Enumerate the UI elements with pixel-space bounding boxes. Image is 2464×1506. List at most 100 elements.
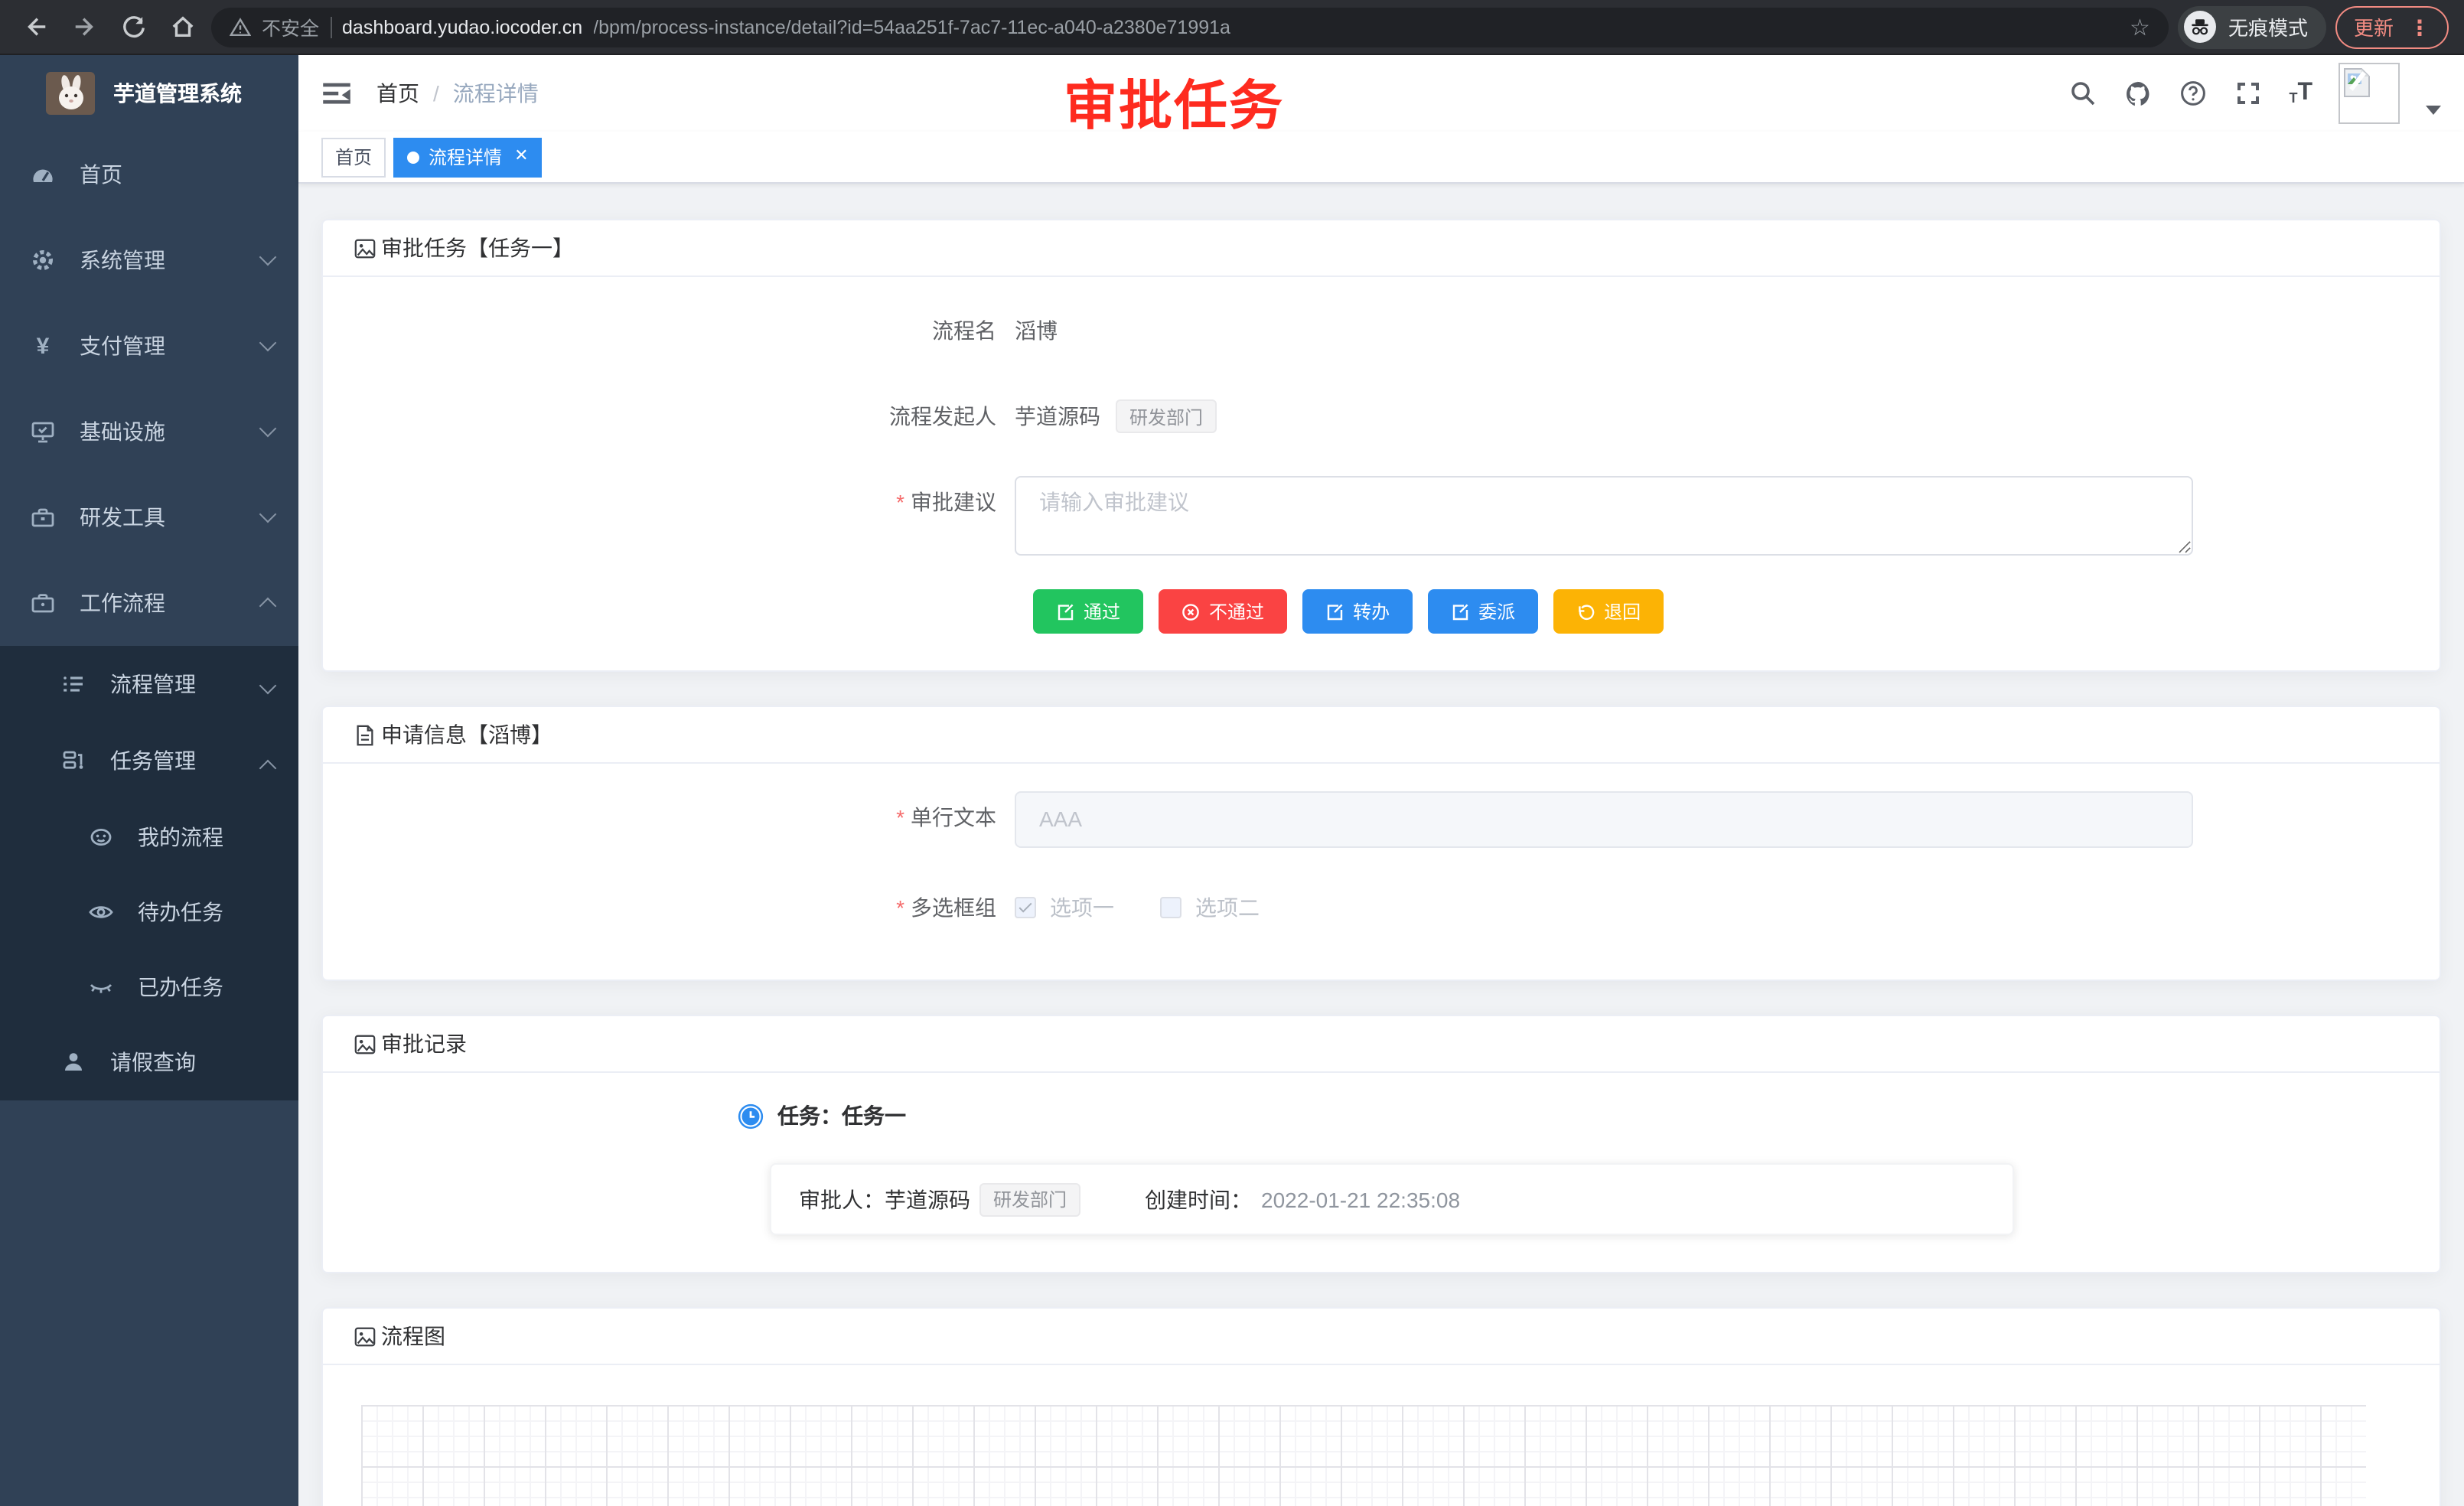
create-time-label: 创建时间： [1145, 1184, 1252, 1214]
sidebar-item-my-process[interactable]: 我的流程 [0, 799, 298, 874]
approve-button[interactable]: 通过 [1033, 589, 1143, 634]
active-tab-dot [407, 151, 419, 163]
avatar-caret-icon[interactable] [2426, 106, 2441, 115]
approval-timeline: 任务：任务一 审批人： 芋道源码 研发部门 创建时间： 2022-01-21 2… [354, 1100, 2409, 1235]
document-icon [354, 723, 376, 746]
task-record: 审批人： 芋道源码 研发部门 创建时间： 2022-01-21 22:35:08 [770, 1163, 2014, 1235]
card-header: 审批记录 [323, 1016, 2440, 1073]
sidebar-item-label: 我的流程 [138, 821, 223, 852]
sidebar-item-infrastructure[interactable]: 基础设施 [0, 389, 298, 474]
github-icon[interactable] [2123, 79, 2153, 108]
breadcrumb-home[interactable]: 首页 [376, 78, 419, 109]
card-title: 审批任务【任务一】 [381, 233, 574, 263]
breadcrumb-current: 流程详情 [453, 78, 539, 109]
approver-label: 审批人： [799, 1184, 885, 1214]
sidebar-item-task-mgmt[interactable]: 任务管理 [0, 722, 298, 799]
browser-menu-icon[interactable]: ⋮ [2409, 16, 2430, 37]
checkbox-group-row: *多选框组 选项一 选项二 [354, 882, 2409, 934]
home-icon[interactable] [162, 7, 202, 47]
return-button[interactable]: 退回 [1553, 589, 1664, 634]
delegate-button[interactable]: 委派 [1428, 589, 1538, 634]
sidebar-item-leave-query[interactable]: 请假查询 [0, 1024, 298, 1100]
initiator-value: 芋道源码 [1015, 401, 1100, 432]
sidebar-item-label: 研发工具 [80, 502, 165, 533]
approval-task-card: 审批任务【任务一】 流程名 滔博 流程发起人 芋道源码 研发部门 [321, 219, 2441, 672]
dashboard-icon [31, 162, 55, 187]
sidebar-item-process-mgmt[interactable]: 流程管理 [0, 646, 298, 722]
sidebar-toggle-icon[interactable] [321, 78, 352, 109]
tab-process-detail[interactable]: 流程详情 ✕ [393, 137, 542, 177]
checkbox-icon [1160, 897, 1181, 918]
checkbox-label: 选项一 [1050, 892, 1114, 923]
yen-icon: ¥ [31, 334, 55, 358]
flow-diagram-card: 流程图 [321, 1307, 2441, 1506]
sidebar-item-system[interactable]: 系统管理 [0, 217, 298, 303]
font-size-icon[interactable]: TT [2289, 81, 2312, 106]
chevron-down-icon [259, 677, 277, 695]
picture-icon [354, 1325, 376, 1348]
avatar[interactable] [2339, 63, 2400, 124]
process-name-row: 流程名 滔博 [354, 305, 2409, 357]
app-logo-row: 芋道管理系统 [0, 55, 298, 132]
eye-closed-icon [89, 974, 113, 999]
org-icon [61, 748, 86, 773]
tab-home[interactable]: 首页 [321, 137, 386, 177]
not-secure-warning-icon [230, 16, 251, 37]
sidebar-item-label: 待办任务 [138, 896, 223, 927]
chevron-up-icon [259, 760, 277, 777]
chevron-down-icon [259, 334, 277, 352]
sidebar-item-label: 系统管理 [80, 245, 165, 275]
reload-icon[interactable] [113, 7, 153, 47]
forward-icon[interactable] [64, 7, 104, 47]
face-icon [89, 824, 113, 849]
tags-view-bar: 首页 流程详情 ✕ [298, 132, 2464, 184]
approver-value: 芋道源码 [885, 1184, 970, 1214]
incognito-badge: 无痕模式 [2178, 5, 2326, 48]
back-icon[interactable] [15, 7, 55, 47]
tab-close-icon[interactable]: ✕ [514, 148, 528, 165]
sidebar-item-label: 任务管理 [110, 745, 196, 776]
url-bar[interactable]: 不安全 dashboard.yudao.iocoder.cn /bpm/proc… [211, 7, 2169, 47]
sidebar-item-label: 基础设施 [80, 416, 165, 447]
required-asterisk: * [896, 805, 904, 830]
app-logo [46, 72, 95, 115]
approval-actions: 通过 不通过 转办 委 [1033, 589, 2409, 634]
checkbox-option-1[interactable]: 选项一 [1015, 892, 1114, 923]
update-button[interactable]: 更新 ⋮ [2335, 5, 2449, 48]
sidebar-item-label: 请假查询 [110, 1047, 196, 1077]
transfer-button[interactable]: 转办 [1302, 589, 1413, 634]
fullscreen-icon[interactable] [2234, 79, 2263, 108]
card-title: 审批记录 [381, 1028, 467, 1059]
sidebar-item-label: 首页 [80, 159, 122, 190]
checkbox-option-2[interactable]: 选项二 [1160, 892, 1260, 923]
initiator-label: 流程发起人 [354, 390, 1015, 442]
sidebar-item-done-tasks[interactable]: 已办任务 [0, 949, 298, 1024]
single-text-input[interactable]: AAA [1015, 791, 2193, 848]
application-info-card: 申请信息【滔博】 *单行文本 AAA *多选框组 [321, 706, 2441, 981]
sidebar-item-workflow[interactable]: 工作流程 [0, 560, 298, 646]
suggest-label: *审批建议 [354, 476, 1015, 556]
bpmn-canvas[interactable] [361, 1405, 2366, 1506]
reject-button[interactable]: 不通过 [1159, 589, 1287, 634]
suggest-textarea[interactable] [1015, 476, 2193, 556]
annotation-text: 审批任务 [1064, 63, 1284, 141]
suggest-row: *审批建议 [354, 476, 2409, 556]
sidebar-item-todo-tasks[interactable]: 待办任务 [0, 874, 298, 949]
breadcrumb: 首页 / 流程详情 [376, 78, 539, 109]
sidebar-item-payment[interactable]: ¥ 支付管理 [0, 303, 298, 389]
search-icon[interactable] [2068, 79, 2097, 108]
chevron-down-icon [259, 506, 277, 523]
sidebar-item-devtools[interactable]: 研发工具 [0, 474, 298, 560]
chevron-down-icon [259, 420, 277, 438]
security-label: 不安全 [262, 12, 319, 41]
bookmark-star-icon[interactable]: ☆ [2130, 13, 2150, 41]
tab-label: 首页 [335, 144, 372, 170]
chevron-up-icon [259, 598, 277, 615]
gear-icon [31, 248, 55, 272]
sidebar-item-home[interactable]: 首页 [0, 132, 298, 217]
picture-icon [354, 236, 376, 259]
help-icon[interactable] [2179, 79, 2208, 108]
dept-tag: 研发部门 [1116, 399, 1217, 433]
eye-icon [89, 899, 113, 924]
sidebar-item-label: 已办任务 [138, 971, 223, 1002]
